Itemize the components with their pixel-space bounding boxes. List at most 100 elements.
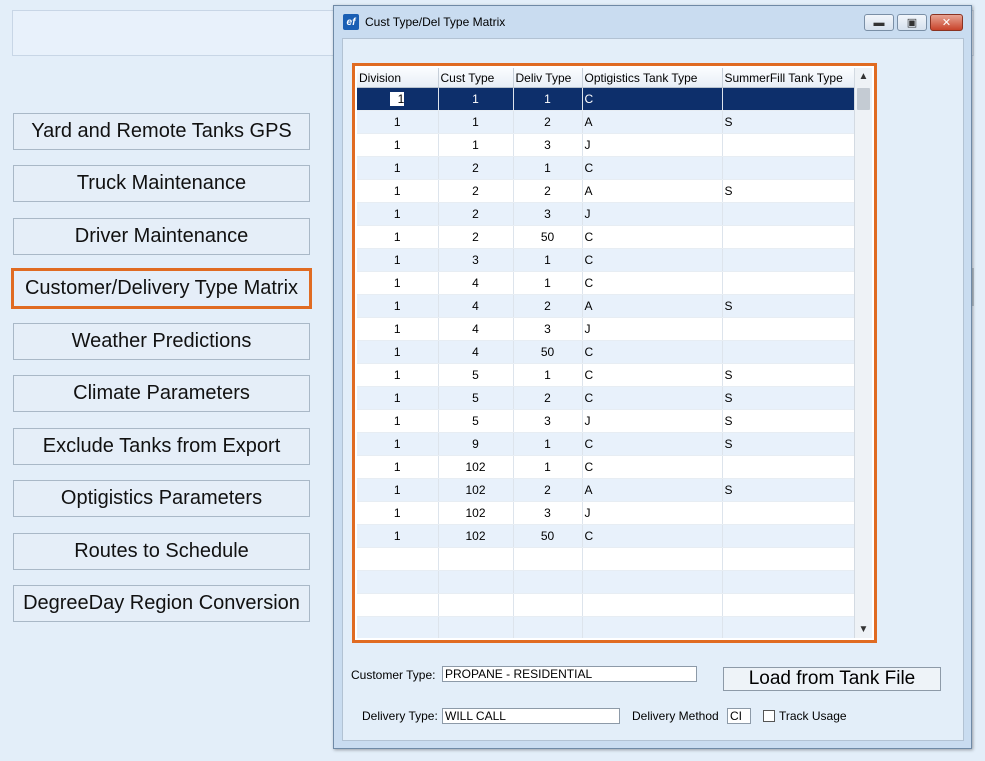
- table-cell[interactable]: 102: [438, 478, 514, 502]
- table-cell[interactable]: 1: [357, 317, 439, 341]
- table-cell[interactable]: 2: [513, 294, 583, 318]
- table-cell[interactable]: [357, 593, 439, 617]
- table-row[interactable]: 143J: [357, 317, 858, 341]
- table-cell[interactable]: 3: [513, 202, 583, 226]
- table-cell[interactable]: S: [722, 110, 858, 134]
- table-row[interactable]: 1 102 1 C: [357, 455, 858, 479]
- table-cell[interactable]: [513, 547, 583, 571]
- table-cell[interactable]: 4: [438, 271, 514, 295]
- table-cell[interactable]: C: [582, 363, 723, 387]
- table-row[interactable]: 152CS: [357, 386, 858, 410]
- table-cell[interactable]: 1: [513, 156, 583, 180]
- table-cell[interactable]: [438, 570, 514, 594]
- table-cell[interactable]: 3: [513, 409, 583, 433]
- table-cell[interactable]: A: [582, 179, 723, 203]
- table-cell[interactable]: 1: [513, 432, 583, 456]
- table-cell[interactable]: 1: [438, 110, 514, 134]
- empty-row[interactable]: [357, 616, 858, 638]
- table-row[interactable]: 1 102 50 C: [357, 524, 858, 548]
- table-cell[interactable]: 5: [438, 386, 514, 410]
- sidebar-button-8[interactable]: Routes to Schedule: [13, 533, 310, 570]
- table-cell[interactable]: 1: [357, 110, 439, 134]
- table-cell[interactable]: S: [722, 409, 858, 433]
- table-cell[interactable]: [722, 593, 858, 617]
- sidebar-button-6[interactable]: Exclude Tanks from Export: [13, 428, 310, 465]
- sidebar-button-9[interactable]: DegreeDay Region Conversion: [13, 585, 310, 622]
- table-cell[interactable]: [722, 616, 858, 638]
- table-cell[interactable]: [722, 501, 858, 525]
- table-cell[interactable]: 1: [357, 179, 439, 203]
- table-cell[interactable]: [582, 593, 723, 617]
- sidebar-button-5[interactable]: Climate Parameters: [13, 375, 310, 412]
- delivery-type-field[interactable]: WILL CALL: [442, 708, 620, 724]
- table-cell[interactable]: [722, 524, 858, 548]
- table-cell[interactable]: C: [582, 225, 723, 249]
- table-cell[interactable]: 1: [513, 271, 583, 295]
- table-cell[interactable]: [438, 593, 514, 617]
- table-cell[interactable]: 1: [357, 225, 439, 249]
- table-cell[interactable]: [357, 616, 439, 638]
- column-header[interactable]: Deliv Type: [513, 68, 583, 88]
- table-cell[interactable]: [513, 616, 583, 638]
- table-cell[interactable]: C: [582, 524, 723, 548]
- table-cell[interactable]: 1: [357, 363, 439, 387]
- load-from-tank-file-button[interactable]: Load from Tank File: [723, 667, 941, 691]
- column-header[interactable]: SummerFill Tank Type: [722, 68, 858, 88]
- table-cell[interactable]: 2: [438, 202, 514, 226]
- track-usage-checkbox[interactable]: [763, 710, 775, 722]
- table-cell[interactable]: 9: [438, 432, 514, 456]
- table-cell[interactable]: 1: [357, 87, 439, 111]
- table-cell[interactable]: 2: [438, 156, 514, 180]
- table-row[interactable]: 122AS: [357, 179, 858, 203]
- table-cell[interactable]: C: [582, 248, 723, 272]
- sidebar-button-7[interactable]: Optigistics Parameters: [13, 480, 310, 517]
- column-header[interactable]: Division: [357, 68, 439, 88]
- table-cell[interactable]: 3: [513, 501, 583, 525]
- table-row[interactable]: 113J: [357, 133, 858, 157]
- table-cell[interactable]: 5: [438, 409, 514, 433]
- table-row[interactable]: 142AS: [357, 294, 858, 318]
- table-cell[interactable]: 2: [438, 225, 514, 249]
- table-cell[interactable]: 1: [357, 524, 439, 548]
- table-cell[interactable]: [582, 547, 723, 571]
- table-cell[interactable]: [438, 547, 514, 571]
- table-cell[interactable]: 1: [357, 478, 439, 502]
- table-cell[interactable]: J: [582, 501, 723, 525]
- table-cell[interactable]: A: [582, 110, 723, 134]
- table-cell[interactable]: [722, 271, 858, 295]
- table-cell[interactable]: [513, 593, 583, 617]
- table-cell[interactable]: S: [722, 386, 858, 410]
- maximize-button[interactable]: ▣: [897, 14, 927, 31]
- table-row[interactable]: 123J: [357, 202, 858, 226]
- table-cell[interactable]: [722, 156, 858, 180]
- table-cell[interactable]: 2: [513, 179, 583, 203]
- table-cell[interactable]: 4: [438, 294, 514, 318]
- table-cell[interactable]: S: [722, 432, 858, 456]
- table-cell[interactable]: 1: [357, 248, 439, 272]
- table-cell[interactable]: 102: [438, 501, 514, 525]
- table-cell[interactable]: J: [582, 202, 723, 226]
- table-cell[interactable]: S: [722, 363, 858, 387]
- customer-type-field[interactable]: PROPANE - RESIDENTIAL: [442, 666, 697, 682]
- table-cell[interactable]: [357, 570, 439, 594]
- table-cell[interactable]: 1: [357, 455, 439, 479]
- table-cell[interactable]: [722, 317, 858, 341]
- empty-row[interactable]: [357, 593, 858, 617]
- table-cell[interactable]: [357, 547, 439, 571]
- table-cell[interactable]: S: [722, 179, 858, 203]
- table-cell[interactable]: [722, 225, 858, 249]
- table-cell[interactable]: S: [722, 294, 858, 318]
- table-cell[interactable]: 2: [513, 478, 583, 502]
- matrix-grid[interactable]: Division Cust Type Deliv Type Optigistics T…: [357, 68, 872, 638]
- grid-scrollbar[interactable]: ▲ ▼: [854, 68, 872, 638]
- table-cell[interactable]: 1: [513, 455, 583, 479]
- minimize-button[interactable]: ▬: [864, 14, 894, 31]
- table-cell[interactable]: [582, 570, 723, 594]
- table-cell[interactable]: 4: [438, 340, 514, 364]
- table-cell[interactable]: 1: [357, 294, 439, 318]
- table-cell[interactable]: [722, 248, 858, 272]
- chevron-up-icon[interactable]: ▲: [855, 68, 872, 85]
- table-cell[interactable]: [438, 616, 514, 638]
- table-cell[interactable]: 1: [357, 340, 439, 364]
- sidebar-button-4[interactable]: Weather Predictions: [13, 323, 310, 360]
